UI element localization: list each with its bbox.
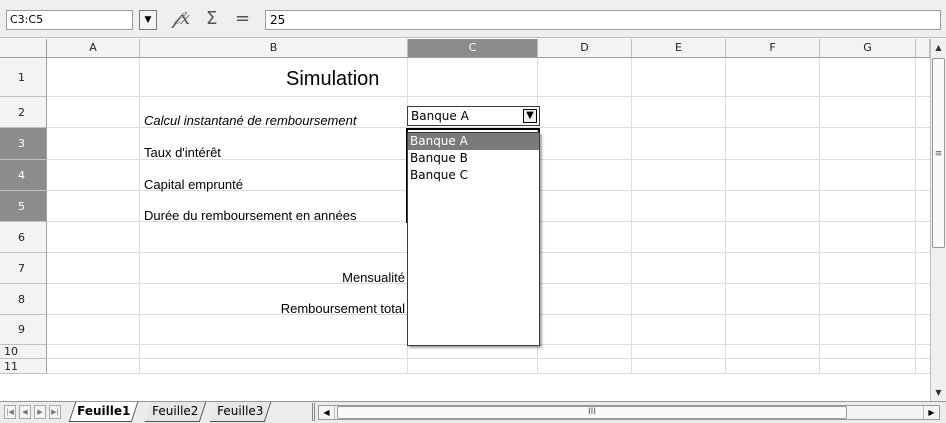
cell-b8[interactable]: Remboursement total [281,301,405,316]
arrow-down-icon[interactable]: ▼ [523,109,537,123]
scroll-down-arrow-icon[interactable]: ▼ [931,384,946,401]
select-all-corner[interactable] [0,39,47,58]
first-sheet-icon[interactable]: |◀ [4,405,16,419]
validity-dropdown-list: Banque A Banque B Banque C [407,132,540,346]
row-header-7[interactable]: 7 [0,253,47,284]
row-header-9[interactable]: 9 [0,315,47,345]
column-header-c[interactable]: C [408,39,538,58]
column-header-h-partial [916,39,930,58]
scroll-left-arrow-icon[interactable]: ◀ [319,406,335,419]
scroll-right-arrow-icon[interactable]: ▶ [923,406,939,419]
vertical-scroll-thumb[interactable]: ≡ [932,58,945,248]
next-sheet-icon[interactable]: ▶ [34,405,46,419]
tab-feuille1-label: Feuille1 [77,404,131,418]
last-sheet-icon[interactable]: ▶| [49,405,61,419]
validity-option-banque-a[interactable]: Banque A [408,133,539,150]
column-header-b[interactable]: B [140,39,408,58]
column-header-a[interactable]: A [47,39,140,58]
validity-option-banque-c[interactable]: Banque C [408,167,539,184]
tab-feuille1[interactable]: Feuille1 [68,402,139,422]
scroll-up-arrow-icon[interactable]: ▲ [931,39,946,56]
cell-b1-title[interactable]: Simulation [286,68,379,91]
row-header-11[interactable]: 11 [0,359,47,374]
column-header-f[interactable]: F [726,39,820,58]
sheet-tabs-bar: |◀ ◀ ▶ ▶| Feuille1 Feuille2 Feuille3 ◀ I… [0,401,946,423]
validity-dropdown-value: Banque A [411,109,469,123]
cell-b2[interactable]: Calcul instantané de remboursement [144,113,356,128]
row-header-2[interactable]: 2 [0,97,47,128]
row-header-1[interactable]: 1 [0,58,47,97]
column-header-g[interactable]: G [820,39,916,58]
row-header-8[interactable]: 8 [0,284,47,315]
name-box[interactable]: C3:C5 [6,10,133,30]
row-header-6[interactable]: 6 [0,222,47,253]
prev-sheet-icon[interactable]: ◀ [19,405,31,419]
vertical-scrollbar[interactable]: ▲ ≡ ▼ [930,39,946,401]
cell-b7[interactable]: Mensualité [342,270,405,285]
validity-option-banque-b[interactable]: Banque B [408,150,539,167]
cell-b3[interactable]: Taux d'intérêt [144,145,221,160]
fx-icon[interactable]: 𝒻x [172,8,198,30]
chevron-down-icon: ▼ [144,15,152,25]
formula-input[interactable]: 25 [265,10,941,30]
tab-feuille3[interactable]: Feuille3 [209,402,272,422]
tab-feuille3-label: Feuille3 [217,404,264,418]
validity-dropdown[interactable]: Banque A ▼ [407,106,540,126]
row-header-10[interactable]: 10 [0,345,47,359]
row-1-cells [47,58,930,97]
cell-b5[interactable]: Durée du remboursement en années [144,208,356,223]
horizontal-scrollbar[interactable]: ◀ III ▶ [318,405,940,420]
row-header-4[interactable]: 4 [0,160,47,191]
row-header-5[interactable]: 5 [0,191,47,222]
tab-feuille2[interactable]: Feuille2 [144,402,207,422]
formula-bar: C3:C5 ▼ 𝒻x Σ = 25 [0,0,946,38]
row-header-3[interactable]: 3 [0,128,47,160]
name-box-dropdown-button[interactable]: ▼ [139,10,157,30]
column-header-d[interactable]: D [538,39,632,58]
tab-split-handle[interactable] [312,403,315,421]
cell-b4[interactable]: Capital emprunté [144,177,243,192]
row-11-cells [47,359,930,374]
row-10-cells [47,345,930,359]
column-header-e[interactable]: E [632,39,726,58]
sigma-icon[interactable]: Σ [206,8,224,30]
horizontal-scroll-thumb[interactable]: III [337,406,847,419]
equal-icon[interactable]: = [235,8,253,30]
tab-feuille2-label: Feuille2 [152,404,199,418]
